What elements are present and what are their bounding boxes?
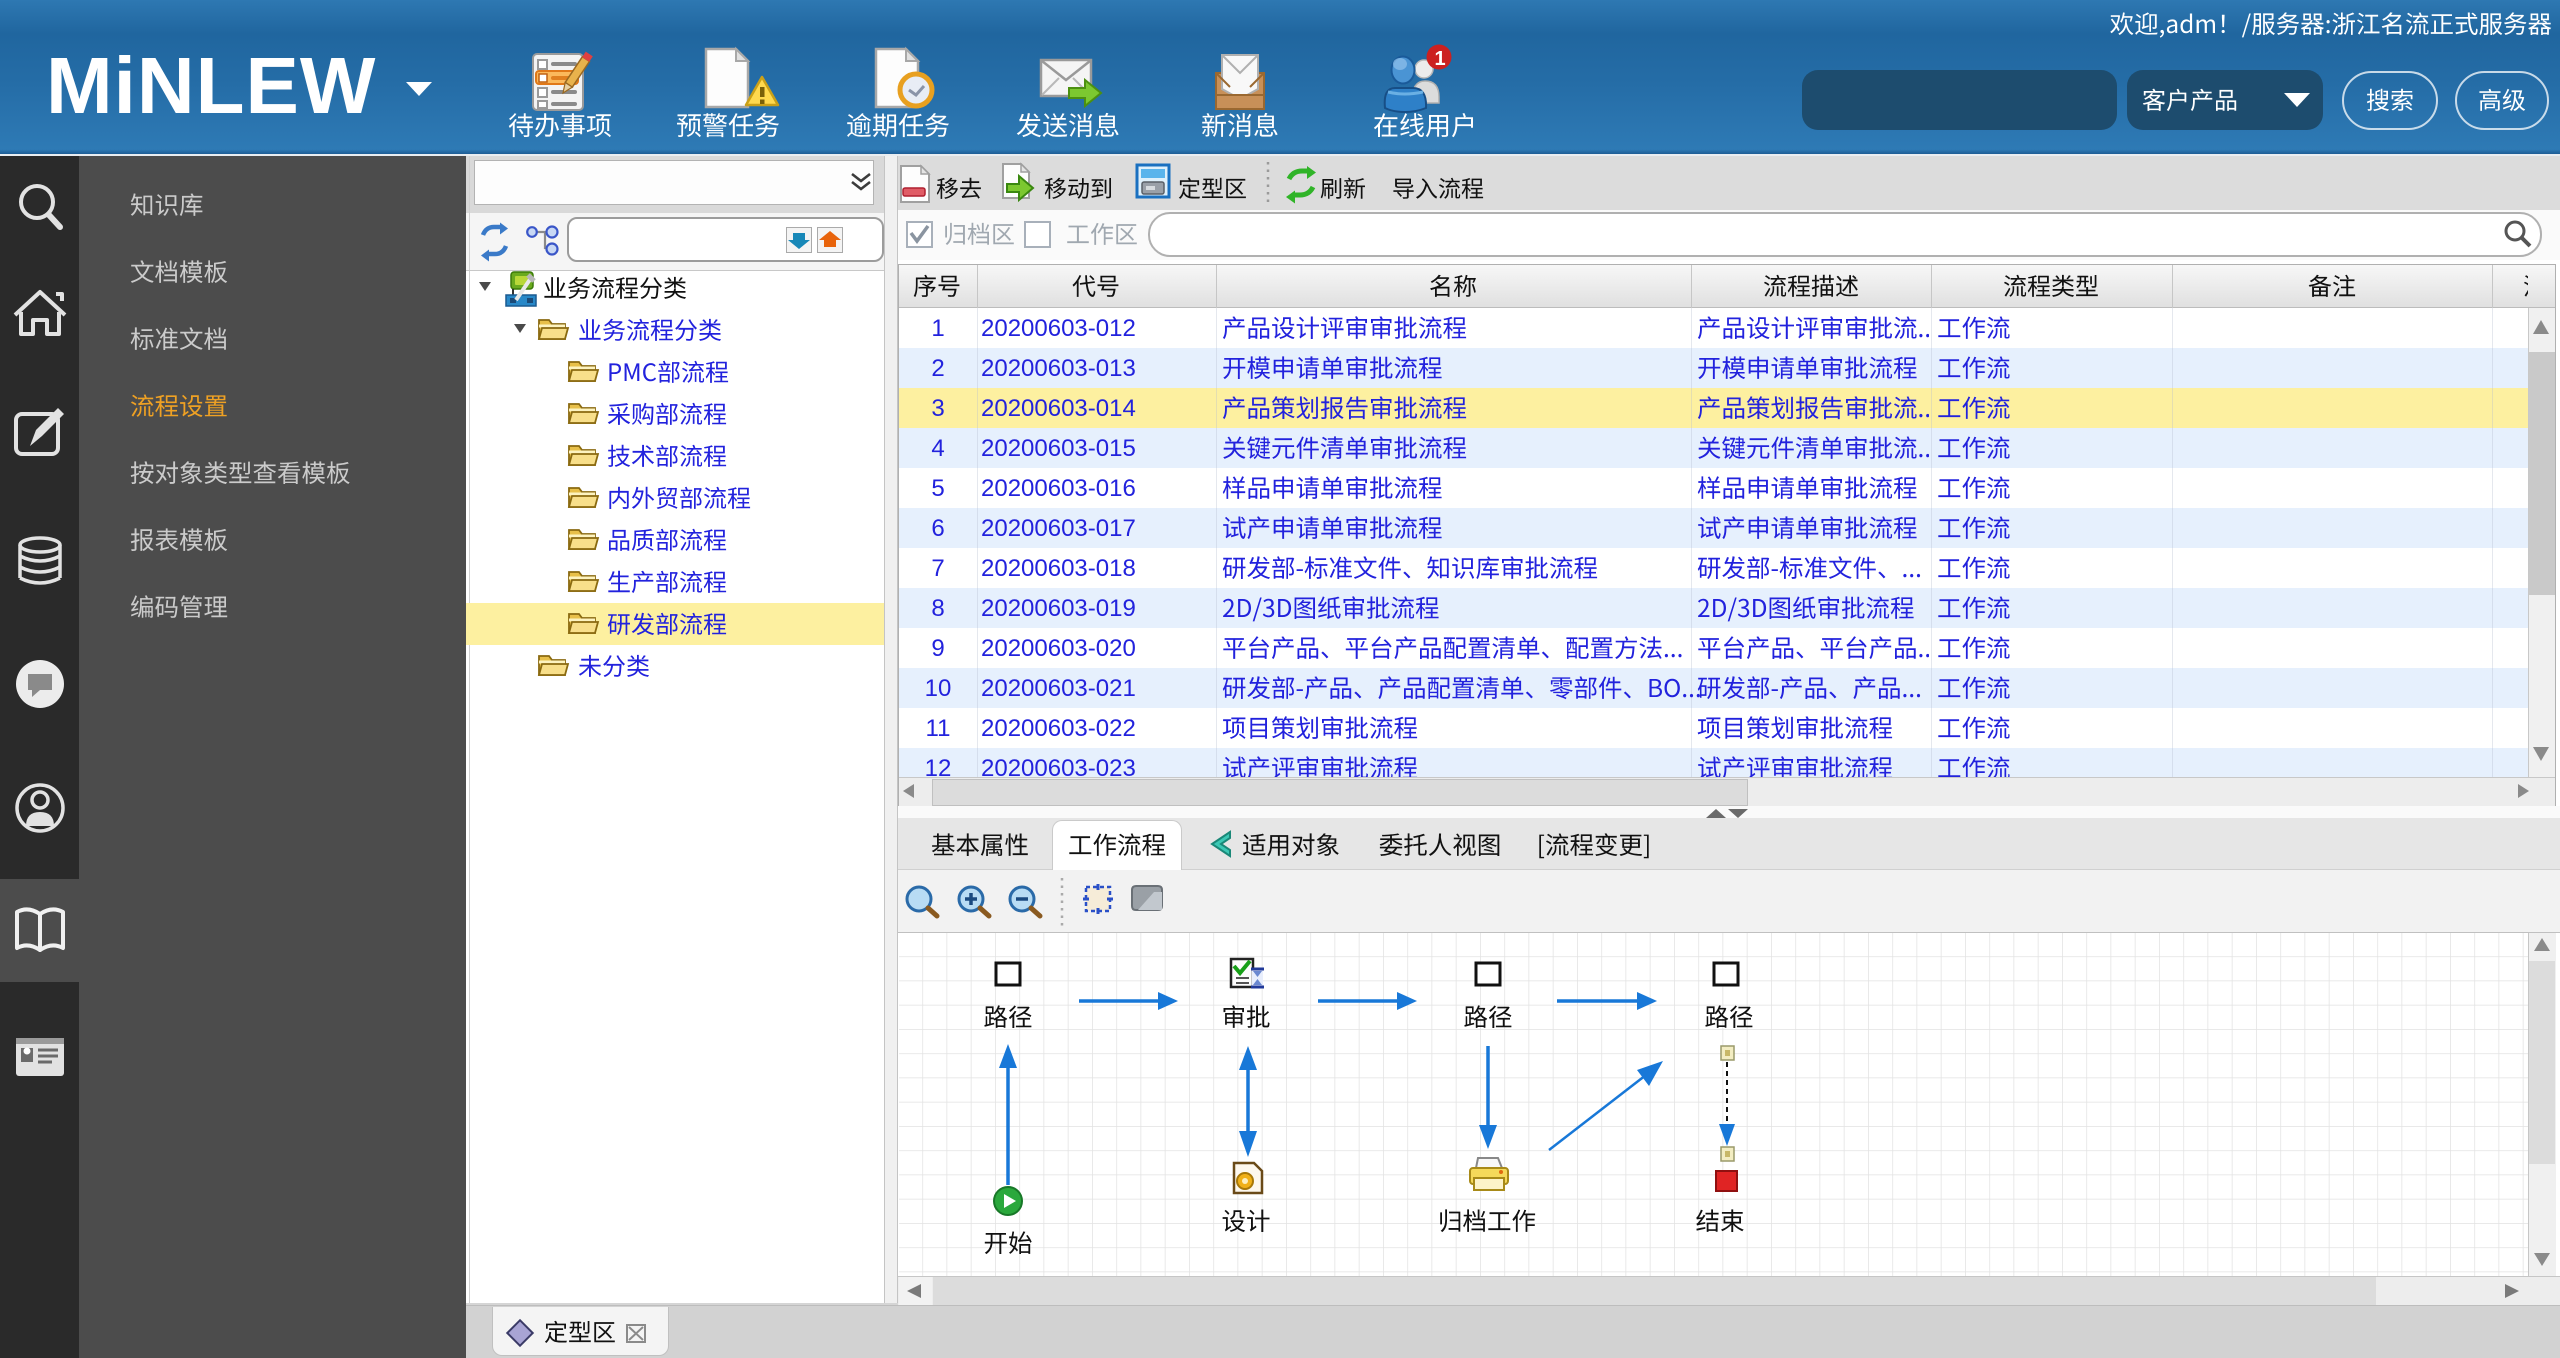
svg-text:1: 1 xyxy=(1434,48,1445,70)
